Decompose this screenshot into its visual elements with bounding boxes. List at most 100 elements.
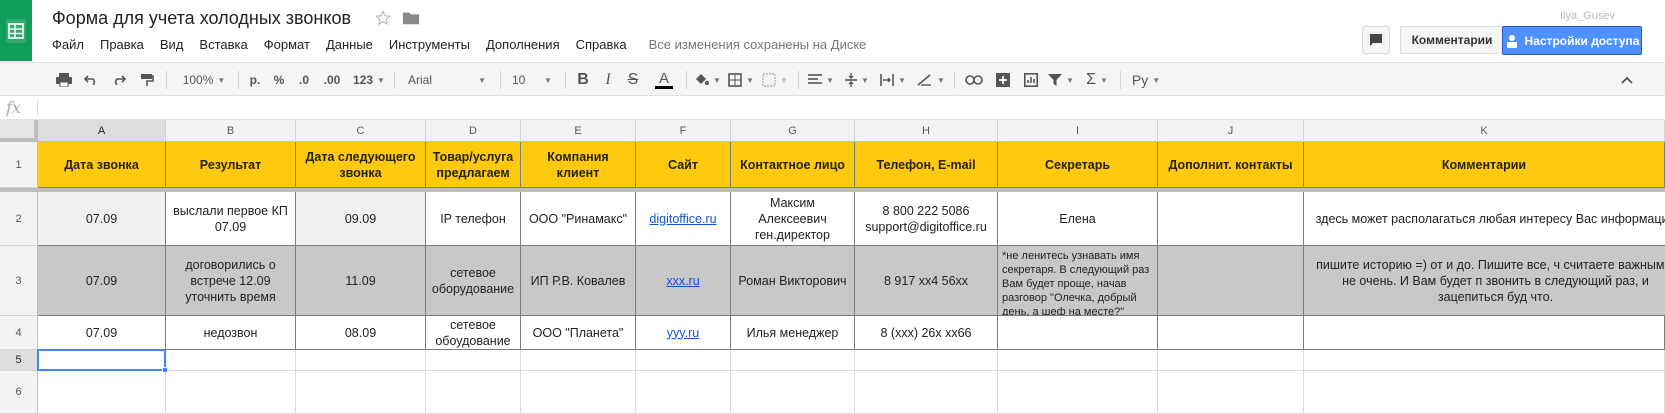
functions-icon[interactable]: Σ ▼ [1082, 63, 1112, 97]
menu-file[interactable]: Файл [52, 37, 84, 52]
cell-b6[interactable] [166, 371, 296, 414]
collapse-toolbar-icon[interactable] [1616, 63, 1638, 97]
cell-d1[interactable]: Товар/услуга предлагаем [426, 142, 521, 188]
comment-chat-icon[interactable] [1362, 26, 1390, 54]
cell-h3[interactable]: 8 917 xx4 56xx [855, 246, 998, 316]
bold-icon[interactable]: B [572, 63, 594, 97]
document-title[interactable]: Форма для учета холодных звонков [52, 8, 351, 29]
vertical-align-icon[interactable]: ▼ [842, 63, 872, 97]
cell-f6[interactable] [636, 371, 731, 414]
cell-b5[interactable] [166, 350, 296, 371]
cell-g2[interactable]: Максим Алексеевич ген.директор [731, 192, 855, 246]
zoom-select[interactable]: 100% ▼ [176, 63, 232, 97]
menu-data[interactable]: Данные [326, 37, 373, 52]
menu-help[interactable]: Справка [576, 37, 627, 52]
cell-k4[interactable] [1304, 316, 1665, 350]
cell-a4[interactable]: 07.09 [38, 316, 166, 350]
strikethrough-icon[interactable]: S [622, 63, 644, 97]
cell-a6[interactable] [38, 371, 166, 414]
cell-e6[interactable] [521, 371, 636, 414]
cell-f2[interactable]: digitoffice.ru [636, 192, 731, 246]
column-header-h[interactable]: H [855, 120, 998, 142]
cell-a3[interactable]: 07.09 [38, 246, 166, 316]
cell-j4[interactable] [1158, 316, 1304, 350]
cell-j2[interactable] [1158, 192, 1304, 246]
menu-edit[interactable]: Правка [100, 37, 144, 52]
column-header-f[interactable]: F [636, 120, 731, 142]
cell-i3[interactable]: *не ленитесь узнавать имя секретаря. В с… [998, 246, 1158, 316]
format-currency-button[interactable]: р. [244, 63, 266, 97]
borders-icon[interactable]: ▼ [726, 63, 756, 97]
formula-input[interactable] [44, 99, 1644, 117]
cell-h2[interactable]: 8 800 222 5086 support@digitoffice.ru [855, 192, 998, 246]
selected-cell-outline[interactable] [37, 349, 166, 371]
column-header-d[interactable]: D [426, 120, 521, 142]
cell-b2[interactable]: выслали первое КП 07.09 [166, 192, 296, 246]
menu-format[interactable]: Формат [264, 37, 310, 52]
cell-e5[interactable] [521, 350, 636, 371]
comments-button[interactable]: Комментарии [1400, 26, 1504, 54]
cell-g5[interactable] [731, 350, 855, 371]
menu-view[interactable]: Вид [160, 37, 184, 52]
insert-comment-icon[interactable] [990, 63, 1016, 97]
cell-c3[interactable]: 11.09 [296, 246, 426, 316]
row-header-4[interactable]: 4 [0, 316, 38, 350]
cell-d5[interactable] [426, 350, 521, 371]
cell-a2[interactable]: 07.09 [38, 192, 166, 246]
row-header-6[interactable]: 6 [0, 371, 38, 414]
cell-f4[interactable]: yyy.ru [636, 316, 731, 350]
horizontal-align-icon[interactable]: ▼ [806, 63, 836, 97]
cell-g4[interactable]: Илья менеджер [731, 316, 855, 350]
cell-c1[interactable]: Дата следующего звонка [296, 142, 426, 188]
cell-j1[interactable]: Дополнит. контакты [1158, 142, 1304, 188]
column-header-a[interactable]: A [38, 120, 166, 142]
cell-h4[interactable]: 8 (xxx) 26x xx66 [855, 316, 998, 350]
cell-f3[interactable]: xxx.ru [636, 246, 731, 316]
font-family-select[interactable]: Arial ▼ [402, 63, 492, 97]
insert-link-icon[interactable] [960, 63, 988, 97]
cell-g3[interactable]: Роман Викторович [731, 246, 855, 316]
cell-e3[interactable]: ИП Р.В. Ковалев [521, 246, 636, 316]
cell-c5[interactable] [296, 350, 426, 371]
cell-k2[interactable]: здесь может располагаться любая интересу… [1304, 192, 1665, 246]
decrease-decimals-button[interactable]: .0 [292, 63, 316, 97]
cell-a1[interactable]: Дата звонка [38, 142, 166, 188]
cell-k3[interactable]: пишите историю =) от и до. Пишите все, ч… [1304, 246, 1665, 316]
column-header-g[interactable]: G [731, 120, 855, 142]
cell-d3[interactable]: сетевое оборудование [426, 246, 521, 316]
cell-d4[interactable]: сетевое обоудование [426, 316, 521, 350]
cell-k5[interactable] [1304, 350, 1665, 371]
column-header-i[interactable]: I [998, 120, 1158, 142]
cell-i1[interactable]: Секретарь [998, 142, 1158, 188]
column-header-e[interactable]: E [521, 120, 636, 142]
row-header-3[interactable]: 3 [0, 246, 38, 316]
merge-cells-icon[interactable]: ▼ [760, 63, 790, 97]
cell-h5[interactable] [855, 350, 998, 371]
format-percent-button[interactable]: % [268, 63, 290, 97]
cell-e2[interactable]: ООО "Ринамакс" [521, 192, 636, 246]
filter-icon[interactable]: ▼ [1046, 63, 1076, 97]
cell-e4[interactable]: ООО "Планета" [521, 316, 636, 350]
row-header-5[interactable]: 5 [0, 350, 38, 371]
cell-i6[interactable] [998, 371, 1158, 414]
cell-h6[interactable] [855, 371, 998, 414]
text-color-icon[interactable]: A [647, 63, 681, 97]
more-formats-select[interactable]: 123 ▼ [349, 63, 389, 97]
redo-icon[interactable] [108, 63, 130, 97]
cell-b4[interactable]: недозвон [166, 316, 296, 350]
menu-addons[interactable]: Дополнения [486, 37, 560, 52]
text-wrapping-icon[interactable]: ▼ [878, 63, 908, 97]
star-icon[interactable] [374, 9, 392, 32]
folder-icon[interactable] [402, 10, 420, 31]
cell-g1[interactable]: Контактное лицо [731, 142, 855, 188]
cell-g6[interactable] [731, 371, 855, 414]
user-name[interactable]: Ilya_Gusev [1560, 10, 1615, 22]
menu-tools[interactable]: Инструменты [389, 37, 470, 52]
fill-color-icon[interactable]: ▼ [692, 63, 722, 97]
fill-handle[interactable] [162, 367, 168, 373]
cell-b1[interactable]: Результат [166, 142, 296, 188]
paint-format-icon[interactable] [136, 63, 158, 97]
cell-f1[interactable]: Сайт [636, 142, 731, 188]
cell-c2[interactable]: 09.09 [296, 192, 426, 246]
input-tools-select[interactable]: Ру ▼ [1126, 63, 1166, 97]
